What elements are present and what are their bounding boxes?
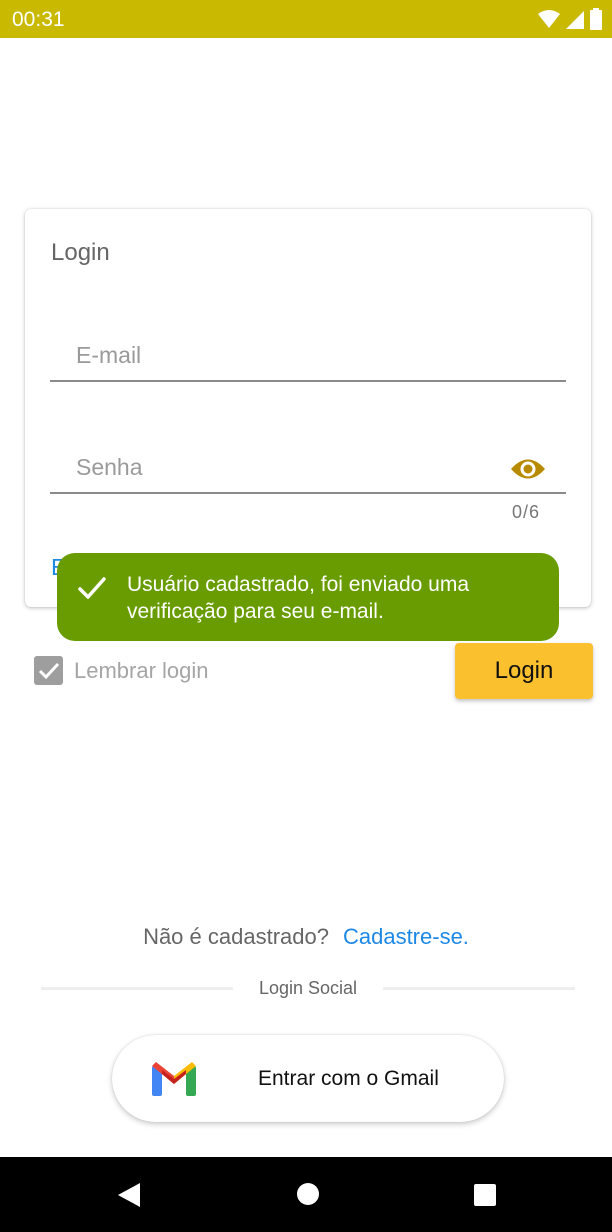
signal-icon bbox=[566, 11, 584, 29]
gmail-login-button[interactable]: Entrar com o Gmail bbox=[112, 1035, 504, 1122]
wifi-icon bbox=[538, 10, 560, 28]
eye-icon[interactable] bbox=[510, 456, 546, 482]
social-divider-label: Login Social bbox=[258, 978, 358, 998]
navigation-bar bbox=[0, 1157, 612, 1232]
remember-label: Lembrar login bbox=[74, 657, 209, 683]
password-placeholder: Senha bbox=[76, 454, 143, 480]
status-icons bbox=[538, 8, 602, 30]
success-toast: Usuário cadastrado, foi enviado uma veri… bbox=[57, 553, 559, 641]
toast-message: Usuário cadastrado, foi enviado uma veri… bbox=[127, 573, 470, 623]
social-divider: Login Social bbox=[41, 976, 575, 1002]
card-title: Login bbox=[51, 239, 110, 266]
home-icon[interactable] bbox=[296, 1181, 320, 1209]
signup-row: Não é cadastrado? Cadastre-se. bbox=[0, 924, 612, 950]
status-time: 00:31 bbox=[12, 8, 65, 31]
checkmark-icon bbox=[38, 662, 59, 679]
login-card: Login E-mail Senha 0/6 E bbox=[25, 209, 591, 607]
email-placeholder: E-mail bbox=[76, 342, 142, 368]
battery-icon bbox=[590, 8, 602, 30]
email-field[interactable]: E-mail bbox=[50, 330, 566, 382]
gmail-button-label: Entrar com o Gmail bbox=[258, 1067, 439, 1090]
gmail-icon bbox=[152, 1062, 196, 1096]
back-icon[interactable] bbox=[116, 1181, 142, 1209]
signup-link[interactable]: Cadastre-se. bbox=[343, 924, 469, 949]
recents-icon[interactable] bbox=[473, 1181, 497, 1209]
check-icon bbox=[78, 577, 106, 599]
status-bar: 00:31 bbox=[0, 0, 612, 38]
remember-login[interactable]: Lembrar login bbox=[34, 656, 209, 685]
password-counter: 0/6 bbox=[511, 502, 540, 522]
login-button[interactable]: Login bbox=[455, 643, 593, 699]
remember-checkbox[interactable] bbox=[34, 656, 63, 685]
signup-question: Não é cadastrado? bbox=[143, 924, 329, 949]
password-field[interactable]: Senha bbox=[50, 442, 566, 494]
